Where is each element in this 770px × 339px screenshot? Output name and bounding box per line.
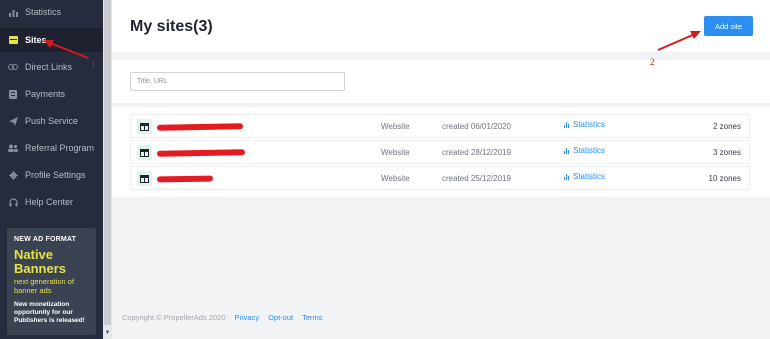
terms-link[interactable]: Terms [302,313,322,322]
zones-count[interactable]: 3 zones [713,148,741,157]
gear-icon [8,170,18,180]
footer: Copyright © PropellerAds 2020 Privacy Op… [122,313,323,322]
promo-subline: next generation of banner ads [14,277,75,295]
site-created-date: created 28/12/2019 [442,148,511,157]
zones-count[interactable]: 10 zones [709,174,741,183]
zones-count[interactable]: 2 zones [713,122,741,131]
native-banners-promo[interactable]: NEW AD FORMAT Native Banners next genera… [7,228,96,335]
statistics-link[interactable]: Statistics [564,146,605,155]
privacy-link[interactable]: Privacy [235,313,260,322]
scroll-thumb[interactable] [104,0,111,325]
site-type: Website [381,148,410,157]
bar-chart-icon [564,121,569,128]
sidebar-item-push-service[interactable]: Push Service [0,109,103,133]
website-icon [137,119,152,134]
statistics-label: Statistics [573,120,606,129]
bar-chart-icon [8,7,18,17]
main-content: My sites(3) Add site Title, URL Website … [112,0,770,339]
table-row[interactable]: Website created 28/12/2019 Statistics 3 … [130,140,750,164]
statistics-label: Statistics [573,146,606,155]
headset-icon [8,197,18,207]
scroll-down-arrow-icon[interactable]: ▼ [104,329,111,337]
opt-out-link[interactable]: Opt-out [268,313,293,322]
sidebar-item-profile-settings[interactable]: Profile Settings [0,163,103,187]
link-icon [8,62,18,72]
sidebar-item-help-center[interactable]: Help Center [0,190,103,214]
sidebar-item-label: Payments [25,89,66,99]
sites-icon [8,35,18,45]
sidebar-item-sites[interactable]: Sites [0,28,103,52]
statistics-link[interactable]: Statistics [564,172,605,181]
filter-bar: Title, URL [112,60,770,103]
table-row[interactable]: Website created 06/01/2020 Statistics 2 … [130,114,750,138]
table-row[interactable]: Website created 25/12/2019 Statistics 10… [130,166,750,190]
bar-chart-icon [564,173,569,180]
copyright-text: Copyright © PropellerAds 2020 [122,313,226,322]
site-type: Website [381,122,410,131]
sidebar-item-label: Referral Program [25,143,95,153]
sidebar-item-label: Help Center [25,197,74,207]
page-title: My sites(3) [130,18,213,35]
annotation-marker-1: 1 [91,60,96,70]
sidebar-scrollbar[interactable]: ▼ [103,0,112,339]
redacted-site-name [156,175,214,183]
bar-chart-icon [564,147,569,154]
referral-icon [8,143,18,153]
site-created-date: created 25/12/2019 [442,174,511,183]
website-icon [137,145,152,160]
sidebar-item-statistics[interactable]: Statistics [0,0,103,24]
push-icon [8,116,18,126]
annotation-marker-2: 2 [650,57,655,67]
sidebar-item-payments[interactable]: Payments [0,82,103,106]
sidebar-item-label: Profile Settings [25,170,86,180]
sidebar-item-label: Sites [25,35,47,45]
statistics-label: Statistics [573,172,606,181]
sidebar-item-label: Direct Links [25,62,73,72]
payments-icon [8,89,18,99]
promo-headline: Native Banners [14,247,67,276]
sites-table: Website created 06/01/2020 Statistics 2 … [112,107,770,197]
search-input[interactable]: Title, URL [130,72,345,91]
statistics-link[interactable]: Statistics [564,120,605,129]
sidebar: Statistics Sites Direct Links Payments P… [0,0,103,339]
page-header: My sites(3) Add site [112,0,770,52]
sidebar-item-label: Push Service [25,116,79,126]
redacted-site-name [156,149,246,157]
add-site-button[interactable]: Add site [704,16,753,36]
sidebar-item-label: Statistics [25,7,62,17]
site-type: Website [381,174,410,183]
website-icon [137,171,152,186]
promo-eyebrow: NEW AD FORMAT [14,236,77,243]
promo-body: New monetization opportunity for our Pub… [14,301,85,324]
site-created-date: created 06/01/2020 [442,122,511,131]
sidebar-item-referral-program[interactable]: Referral Program [0,136,103,160]
redacted-site-name [156,123,244,131]
sidebar-item-direct-links[interactable]: Direct Links [0,55,103,79]
